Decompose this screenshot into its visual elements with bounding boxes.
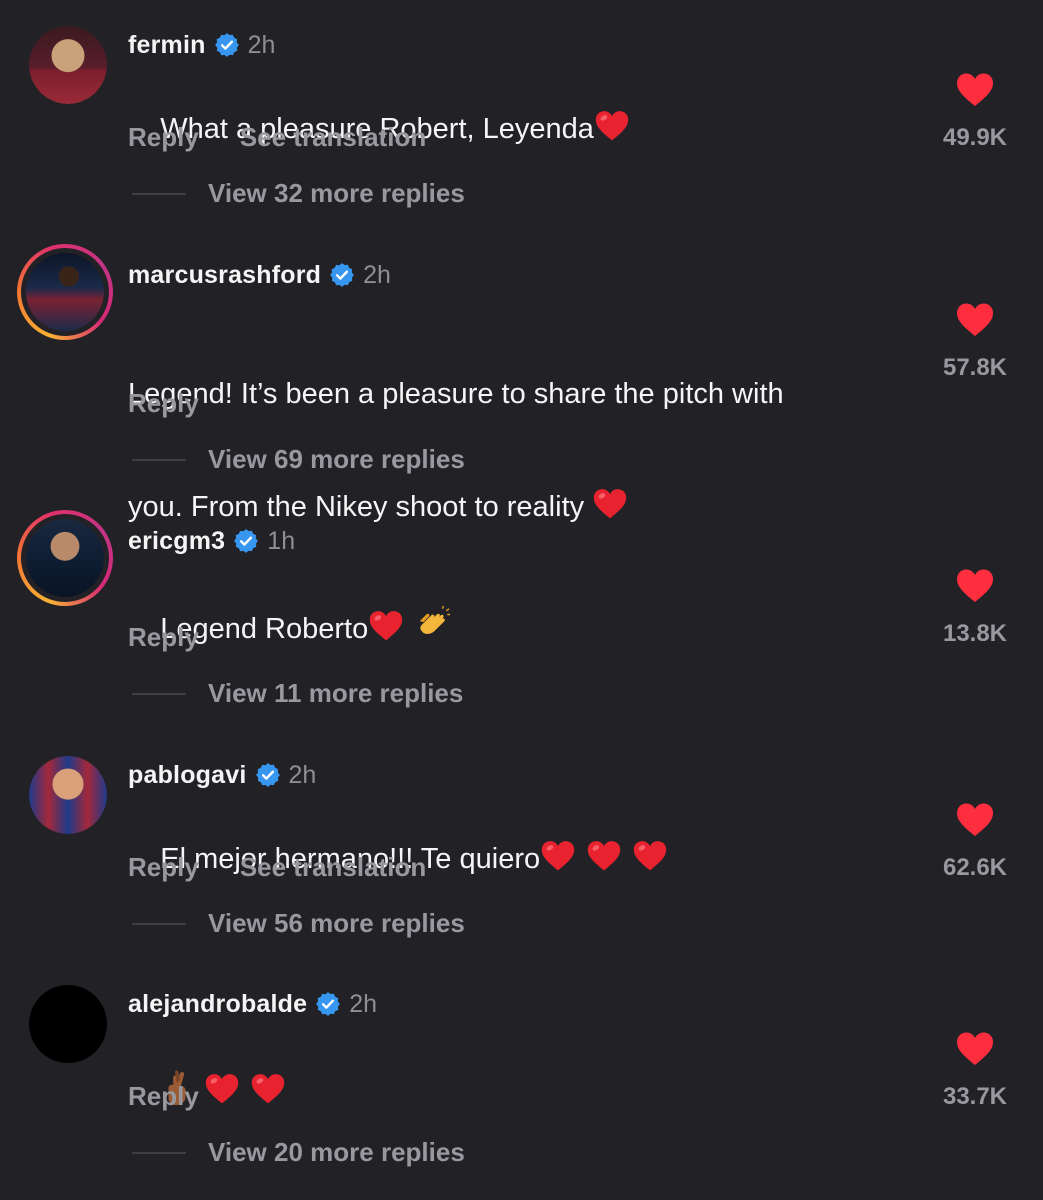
reply-button[interactable]: Reply	[128, 852, 199, 883]
comment-header: alejandrobalde 2h	[128, 989, 377, 1019]
comment-item: alejandrobalde 2h Reply 33.7K View 20 mo…	[0, 985, 1043, 1185]
like-count: 33.7K	[942, 1083, 1008, 1110]
comment-header: marcusrashford 2h	[128, 260, 391, 290]
like-control: 13.8K	[925, 568, 1025, 648]
view-replies-label: View 20 more replies	[208, 1137, 465, 1167]
comment-actions: Reply	[128, 1081, 199, 1112]
avatar-ring-gap	[21, 248, 109, 336]
avatar[interactable]	[29, 26, 107, 104]
like-control: 57.8K	[925, 302, 1025, 382]
avatar-photo	[29, 26, 107, 104]
avatar[interactable]	[17, 510, 113, 606]
comment-text-line: Legend! It’s been a pleasure to share th…	[128, 378, 784, 410]
avatar[interactable]	[17, 244, 113, 340]
comment-header: pablogavi 2h	[128, 760, 316, 790]
comment-actions: Reply See translation	[128, 852, 426, 883]
red-heart-emoji	[632, 839, 668, 883]
view-replies-button[interactable]: View 20 more replies	[132, 1137, 465, 1168]
view-replies-button[interactable]: View 11 more replies	[132, 678, 463, 709]
verified-badge-icon	[316, 992, 341, 1016]
username[interactable]: pablogavi	[128, 761, 247, 790]
timestamp: 2h	[363, 260, 391, 289]
like-count: 49.9K	[942, 124, 1008, 151]
view-replies-label: View 11 more replies	[208, 678, 464, 708]
reply-button[interactable]: Reply	[128, 122, 199, 153]
comment-actions: Reply	[128, 388, 199, 419]
like-count: 57.8K	[942, 354, 1008, 381]
see-translation-button[interactable]: See translation	[240, 852, 426, 883]
comment-header: ericgm3 1h	[128, 526, 295, 556]
red-heart-emoji	[594, 109, 630, 153]
avatar[interactable]	[29, 985, 107, 1063]
username[interactable]: alejandrobalde	[128, 990, 307, 1019]
avatar-photo-wrap	[26, 253, 104, 331]
heart-icon[interactable]	[955, 802, 995, 838]
timestamp: 1h	[267, 526, 296, 555]
username[interactable]: fermin	[128, 31, 206, 60]
avatar-ring-gap	[21, 514, 109, 602]
red-heart-emoji	[368, 609, 404, 653]
avatar-photo	[26, 519, 104, 597]
comment-item: ericgm3 1h Legend Roberto Reply 13.8K Vi…	[0, 510, 1043, 722]
comment-item: fermin 2h What a pleasure Robert, Leyend…	[0, 26, 1043, 226]
view-replies-label: View 69 more replies	[208, 444, 465, 474]
like-control: 62.6K	[925, 802, 1025, 882]
reply-button[interactable]: Reply	[128, 622, 199, 653]
view-replies-label: View 32 more replies	[208, 178, 465, 208]
clapping-hands-emoji	[414, 605, 452, 653]
comment-item: marcusrashford 2h Legend! It’s been a pl…	[0, 244, 1043, 523]
reply-button[interactable]: Reply	[128, 388, 199, 419]
comment-actions: Reply See translation	[128, 122, 426, 153]
heart-icon[interactable]	[955, 568, 995, 604]
timestamp: 2h	[247, 30, 276, 59]
comment-text	[128, 1031, 908, 1153]
red-heart-emoji	[586, 839, 622, 883]
replies-divider	[132, 192, 186, 195]
heart-icon[interactable]	[955, 72, 995, 108]
view-replies-button[interactable]: View 56 more replies	[132, 908, 465, 939]
verified-badge-icon	[214, 33, 239, 57]
replies-divider	[132, 458, 186, 461]
timestamp: 2h	[349, 989, 378, 1018]
verified-badge-icon	[330, 263, 355, 287]
timestamp: 2h	[288, 760, 317, 789]
username[interactable]: ericgm3	[128, 527, 225, 556]
avatar-photo	[29, 985, 107, 1063]
heart-icon[interactable]	[955, 302, 995, 338]
comment-header: fermin 2h	[128, 30, 275, 60]
view-replies-button[interactable]: View 32 more replies	[132, 178, 465, 209]
avatar[interactable]	[29, 756, 107, 834]
like-count: 62.6K	[942, 854, 1008, 881]
red-heart-emoji	[204, 1072, 240, 1116]
reply-button[interactable]: Reply	[128, 1081, 199, 1112]
like-control: 33.7K	[925, 1031, 1025, 1111]
red-heart-emoji	[250, 1072, 286, 1116]
comment-actions: Reply	[128, 622, 199, 653]
replies-divider	[132, 692, 186, 695]
comment-text-line: you. From the Nikey shoot to reality	[128, 491, 593, 523]
avatar-photo	[26, 253, 104, 331]
verified-badge-icon	[234, 529, 259, 553]
red-heart-emoji	[540, 839, 576, 883]
comment-text: Legend Roberto	[128, 568, 908, 690]
replies-divider	[132, 1151, 186, 1154]
comment-item: pablogavi 2h El mejor hermano!!! Te quie…	[0, 756, 1043, 956]
avatar-photo-wrap	[26, 519, 104, 597]
heart-icon[interactable]	[955, 1031, 995, 1067]
username[interactable]: marcusrashford	[128, 261, 321, 290]
verified-badge-icon	[255, 763, 280, 787]
view-replies-button[interactable]: View 69 more replies	[132, 444, 465, 475]
replies-divider	[132, 922, 186, 925]
like-count: 13.8K	[942, 620, 1008, 647]
like-control: 49.9K	[925, 72, 1025, 152]
avatar-photo	[29, 756, 107, 834]
see-translation-button[interactable]: See translation	[240, 122, 426, 153]
view-replies-label: View 56 more replies	[208, 908, 465, 938]
